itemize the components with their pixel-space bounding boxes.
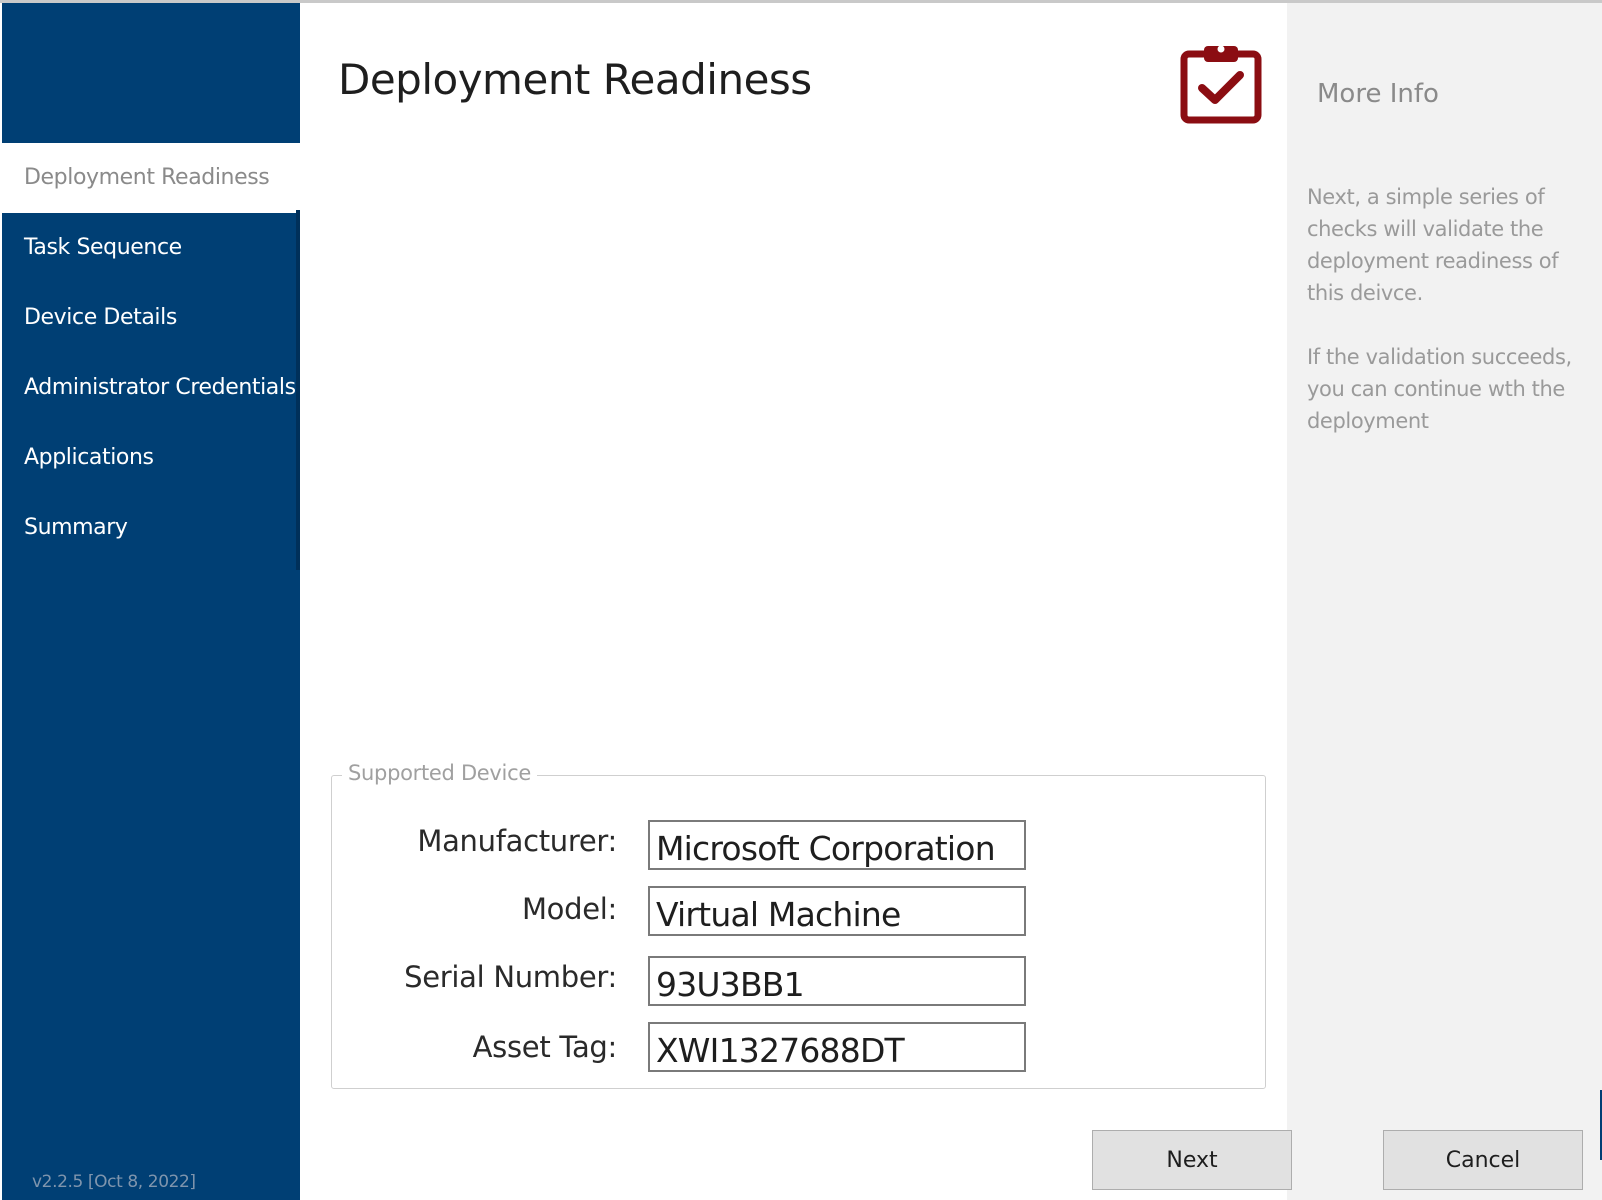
deployment-window: Deployment Readiness Task Sequence Devic… [0, 0, 1602, 1200]
sidebar-item-applications[interactable]: Applications [2, 423, 302, 493]
serial-number-label: Serial Number: [404, 960, 617, 994]
sidebar-item-administrator-credentials[interactable]: Administrator Credentials [2, 353, 302, 423]
model-field[interactable] [648, 886, 1026, 936]
manufacturer-field[interactable] [648, 820, 1026, 870]
more-info-title: More Info [1317, 79, 1439, 109]
sidebar-item-summary[interactable]: Summary [2, 493, 302, 563]
info-paragraph: If the validation succeeds, you can cont… [1307, 345, 1572, 433]
next-button[interactable]: Next [1092, 1130, 1292, 1190]
sidebar-item-task-sequence[interactable]: Task Sequence [2, 213, 302, 283]
model-label: Model: [521, 892, 617, 926]
asset-tag-field[interactable] [648, 1022, 1026, 1072]
asset-tag-label: Asset Tag: [472, 1030, 618, 1064]
sidebar-item-deployment-readiness[interactable]: Deployment Readiness [2, 143, 302, 213]
group-legend: Supported Device [342, 761, 537, 785]
serial-number-field[interactable] [648, 956, 1026, 1006]
clipboard-check-icon [1178, 40, 1264, 126]
sidebar-item-device-details[interactable]: Device Details [2, 283, 302, 353]
cancel-button[interactable]: Cancel [1383, 1130, 1583, 1190]
page-title: Deployment Readiness [338, 55, 812, 104]
sidebar-divider [296, 210, 300, 570]
version-label: v2.2.5 [Oct 8, 2022] [32, 1172, 196, 1192]
sidebar: Deployment Readiness Task Sequence Devic… [2, 3, 302, 1200]
manufacturer-label: Manufacturer: [417, 824, 617, 858]
info-paragraph: Next, a simple series of checks will val… [1307, 185, 1559, 305]
more-info-panel: More Info Next, a simple series of check… [1287, 3, 1602, 1200]
